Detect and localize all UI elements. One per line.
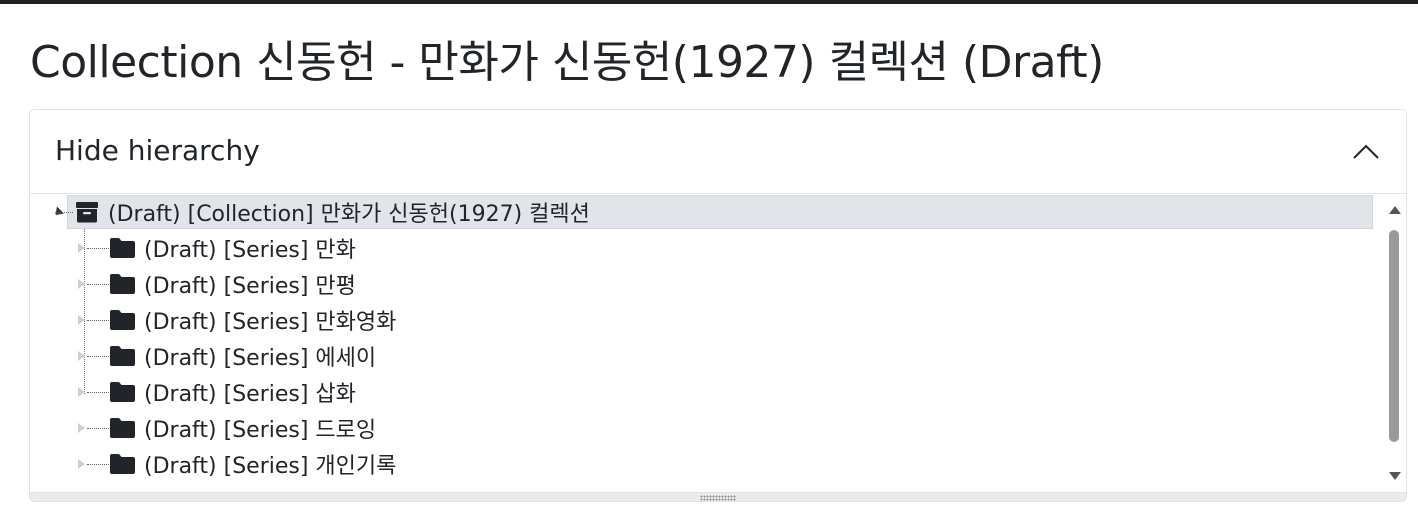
scroll-thumb[interactable] [1389, 230, 1399, 442]
scroll-down-arrow-icon[interactable] [1389, 472, 1401, 480]
tree-dots [87, 392, 109, 393]
archive-box-icon [76, 202, 98, 223]
tree-node-root[interactable]: (Draft) [Collection] 만화가 신동헌(1927) 컬렉션 [51, 195, 1373, 229]
tree-resize-handle[interactable] [30, 492, 1406, 501]
expand-toggle[interactable] [78, 231, 109, 265]
tree-node-series[interactable]: (Draft) [Series] 만화 [78, 231, 356, 265]
expand-toggle[interactable] [78, 411, 109, 445]
tree-node-label: (Draft) [Collection] 만화가 신동헌(1927) 컬렉션 [108, 202, 590, 227]
folder-icon [110, 274, 135, 294]
expand-toggle[interactable] [78, 303, 109, 337]
tree-dots [87, 248, 109, 249]
triangle-right-icon [78, 459, 85, 469]
tree-node-label: (Draft) [Series] 개인기록 [144, 454, 397, 479]
folder-icon [110, 238, 135, 258]
triangle-right-icon [78, 243, 85, 253]
tree-node-series[interactable]: (Draft) [Series] 개인기록 [78, 447, 396, 481]
collapse-toggle[interactable] [41, 195, 73, 229]
triangle-right-icon [78, 423, 85, 433]
tree-node-series[interactable]: (Draft) [Series] 만화영화 [78, 303, 396, 337]
tree-node-label: (Draft) [Series] 만평 [144, 274, 356, 299]
hide-hierarchy-toggle[interactable]: Hide hierarchy [30, 110, 1406, 194]
tree-dots [87, 464, 109, 465]
tree-scrollbar[interactable] [1382, 194, 1406, 492]
tree-node-series[interactable]: (Draft) [Series] 에세이 [78, 339, 376, 373]
triangle-right-icon [78, 387, 85, 397]
triangle-right-icon [78, 279, 85, 289]
chevron-up-icon[interactable] [1352, 144, 1380, 160]
scroll-up-arrow-icon[interactable] [1389, 206, 1401, 214]
folder-icon [110, 382, 135, 402]
hierarchy-tree: (Draft) [Collection] 만화가 신동헌(1927) 컬렉션 (… [30, 194, 1406, 492]
hierarchy-panel: Hide hierarchy (Draft) [Collection] 만화가 … [29, 109, 1407, 502]
folder-icon [110, 454, 135, 474]
folder-icon [110, 310, 135, 330]
expand-toggle[interactable] [78, 339, 109, 373]
triangle-right-icon [78, 315, 85, 325]
folder-icon [110, 418, 135, 438]
expand-toggle[interactable] [78, 375, 109, 409]
expand-toggle[interactable] [78, 267, 109, 301]
tree-dots [55, 212, 73, 213]
tree-node-label: (Draft) [Series] 삽화 [144, 382, 356, 407]
tree-node-series[interactable]: (Draft) [Series] 만평 [78, 267, 356, 301]
tree-node-label: (Draft) [Series] 만화영화 [144, 310, 397, 335]
tree-dots [87, 428, 109, 429]
tree-node-series[interactable]: (Draft) [Series] 삽화 [78, 375, 356, 409]
expand-toggle[interactable] [78, 447, 109, 481]
tree-node-label: (Draft) [Series] 에세이 [144, 346, 377, 371]
tree-dots [87, 320, 109, 321]
top-border [0, 0, 1418, 4]
page-title: Collection 신동헌 - 만화가 신동헌(1927) 컬렉션 (Draf… [30, 37, 1104, 88]
tree-dots [87, 284, 109, 285]
folder-icon [110, 346, 135, 366]
resize-grip-icon[interactable] [700, 495, 736, 501]
tree-dots [87, 356, 109, 357]
hide-hierarchy-label: Hide hierarchy [55, 134, 260, 167]
tree-node-series[interactable]: (Draft) [Series] 드로잉 [78, 411, 376, 445]
triangle-right-icon [78, 351, 85, 361]
tree-node-label: (Draft) [Series] 드로잉 [144, 418, 377, 443]
tree-node-label: (Draft) [Series] 만화 [144, 238, 356, 263]
